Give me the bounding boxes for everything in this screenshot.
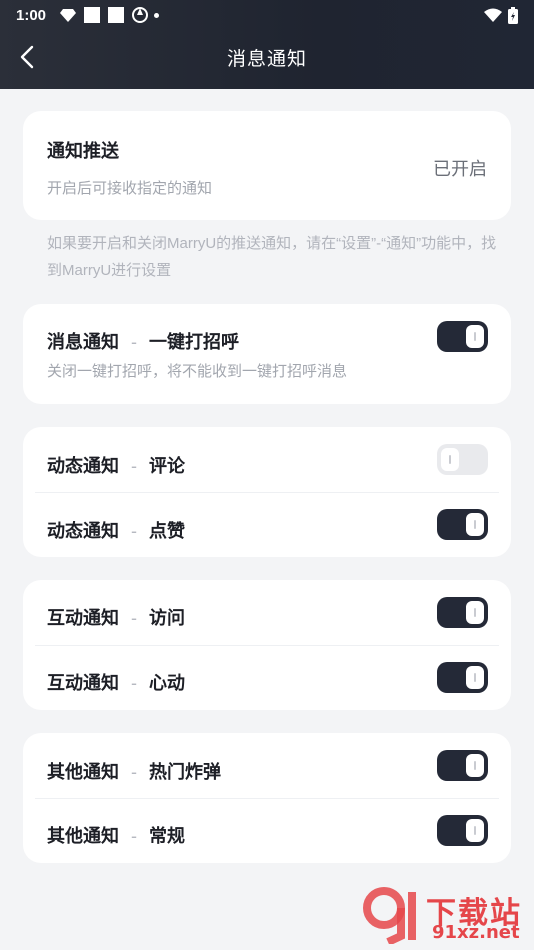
setting-category: 互动通知 (47, 608, 119, 628)
setting-row: 其他通知 - 常规 (23, 798, 511, 863)
setting-name: 访问 (149, 608, 185, 628)
setting-label: 其他通知 - 热门炸弹 (47, 758, 221, 784)
push-status: 已开启 (433, 159, 487, 179)
toggle-knob (466, 819, 484, 842)
setting-label: 消息通知 - 一键打招呼 (47, 328, 239, 354)
watermark-9-icon (363, 887, 416, 944)
setting-separator: - (131, 673, 137, 693)
setting-row: 其他通知 - 热门炸弹 (23, 733, 511, 798)
toggle-knob (466, 513, 484, 536)
setting-category: 消息通知 (47, 332, 119, 352)
push-settings-card[interactable]: 通知推送 开启后可接收指定的通知 已开启 (23, 111, 511, 220)
app-header: 1:00 消息通知 (0, 0, 534, 89)
toggle-switch[interactable] (437, 597, 488, 628)
setting-separator: - (131, 332, 137, 352)
watermark-logo: 下载站 91xz.net (360, 886, 530, 946)
toggle-switch[interactable] (437, 662, 488, 693)
nav-bar: 消息通知 (0, 30, 534, 85)
setting-separator: - (131, 521, 137, 541)
setting-label: 互动通知 - 访问 (47, 604, 185, 630)
setting-name: 热门炸弹 (149, 762, 221, 782)
back-button[interactable] (12, 42, 42, 72)
notification-square-icon (84, 7, 101, 23)
setting-category: 其他通知 (47, 826, 119, 846)
setting-separator: - (131, 762, 137, 782)
notification-square-icon (108, 7, 125, 23)
toggle-switch[interactable] (437, 444, 488, 475)
setting-name: 评论 (149, 456, 185, 476)
aperture-icon (132, 7, 149, 23)
setting-label: 动态通知 - 评论 (47, 452, 185, 478)
setting-row: 互动通知 - 心动 (23, 645, 511, 710)
status-time: 1:00 (16, 6, 47, 24)
battery-icon (508, 6, 518, 24)
toggle-switch[interactable] (437, 509, 488, 540)
setting-name: 常规 (149, 826, 185, 846)
toggle-knob (441, 448, 459, 471)
push-subtitle: 开启后可接收指定的通知 (47, 180, 213, 197)
setting-row: 互动通知 - 访问 (23, 580, 511, 645)
setting-separator: - (131, 608, 137, 628)
setting-separator: - (131, 826, 137, 846)
wifi-icon (484, 8, 502, 22)
setting-category: 动态通知 (47, 456, 119, 476)
chevron-left-icon (20, 45, 34, 69)
watermark-url: 91xz.net (432, 922, 520, 943)
settings-group: 互动通知 - 访问 互动通知 - 心动 (23, 580, 511, 710)
setting-category: 互动通知 (47, 673, 119, 693)
page-title: 消息通知 (226, 49, 307, 70)
toggle-switch[interactable] (437, 321, 488, 352)
setting-category: 动态通知 (47, 521, 119, 541)
settings-group: 动态通知 - 评论 动态通知 - 点赞 (23, 427, 511, 557)
toggle-knob (466, 325, 484, 348)
toggle-switch[interactable] (437, 815, 488, 846)
setting-category: 其他通知 (47, 762, 119, 782)
setting-label: 互动通知 - 心动 (47, 669, 185, 695)
toggle-knob (466, 754, 484, 777)
setting-row: 动态通知 - 评论 (23, 427, 511, 492)
settings-group: 消息通知 - 一键打招呼 关闭一键打招呼，将不能收到一键打招呼消息 (23, 304, 511, 404)
more-notifications-icon (154, 12, 160, 18)
toggle-switch[interactable] (437, 750, 488, 781)
setting-separator: - (131, 456, 137, 476)
toggle-knob (466, 601, 484, 624)
toggle-knob (466, 666, 484, 689)
push-title: 通知推送 (47, 141, 119, 161)
setting-label: 其他通知 - 常规 (47, 822, 185, 848)
setting-row: 动态通知 - 点赞 (23, 492, 511, 557)
setting-name: 心动 (149, 673, 185, 693)
diamond-icon (60, 9, 77, 22)
push-hint-note: 如果要开启和关闭MarryU的推送通知，请在“设置”-“通知”功能中，找到Mar… (47, 235, 497, 279)
setting-name: 点赞 (149, 521, 185, 541)
setting-name: 一键打招呼 (149, 332, 239, 352)
status-bar: 1:00 (0, 0, 534, 30)
setting-subtitle: 关闭一键打招呼，将不能收到一键打招呼消息 (47, 363, 348, 380)
settings-group: 其他通知 - 热门炸弹 其他通知 - 常规 (23, 733, 511, 863)
setting-label: 动态通知 - 点赞 (47, 517, 185, 543)
